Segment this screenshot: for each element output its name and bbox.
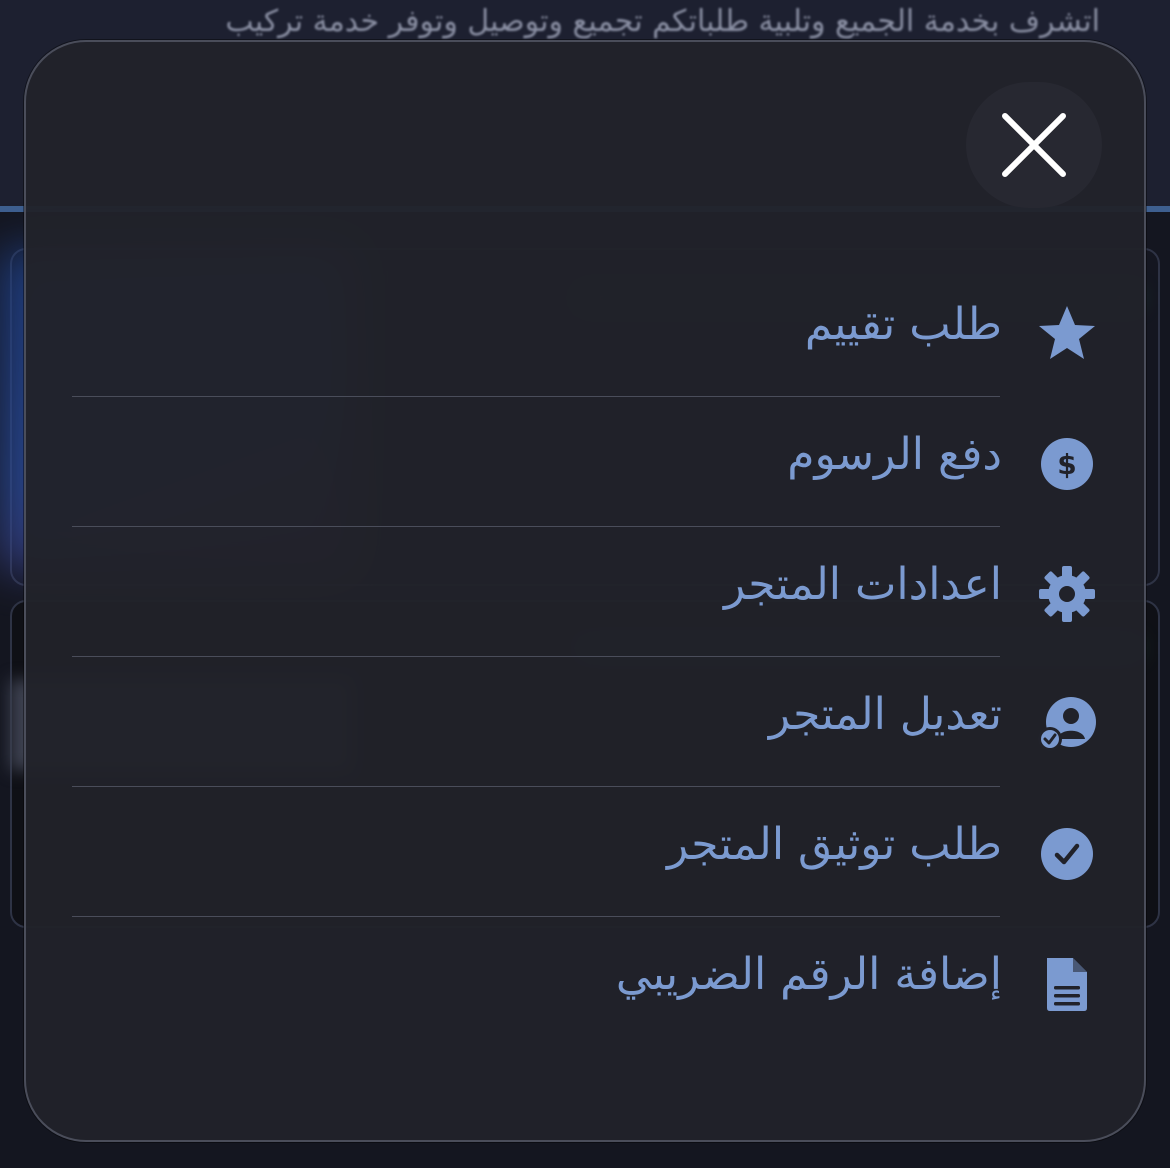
menu-item-label: طلب تقييم (804, 299, 1002, 350)
menu-item-add-tax-number[interactable]: إضافة الرقم الضريبي (72, 917, 1112, 1047)
menu-item-label: دفع الرسوم (787, 429, 1002, 480)
menu-item-label: طلب توثيق المتجر (667, 819, 1002, 870)
check-circle-icon (1036, 823, 1098, 885)
menu-item-request-review[interactable]: طلب تقييم (72, 267, 1112, 397)
gear-icon (1036, 563, 1098, 625)
close-button[interactable] (966, 82, 1102, 208)
menu-item-verify-store[interactable]: طلب توثيق المتجر (72, 787, 1112, 917)
menu-item-label: تعديل المتجر (768, 689, 1002, 740)
document-icon (1036, 953, 1098, 1015)
menu-item-store-settings[interactable]: اعدادات المتجر (72, 527, 1112, 657)
user-check-icon (1036, 693, 1098, 755)
menu-item-pay-fees[interactable]: دفع الرسوم $ (72, 397, 1112, 527)
menu-item-label: إضافة الرقم الضريبي (615, 949, 1002, 1000)
menu-item-edit-store[interactable]: تعديل المتجر (72, 657, 1112, 787)
menu-list: طلب تقييم دفع الرسوم $ اعدادات المتجر تع… (72, 267, 1112, 1047)
star-icon (1036, 303, 1098, 365)
background-header-text: اتشرف بخدمة الجميع وتلبية طلباتكم تجميع … (225, 4, 1100, 39)
close-icon (1002, 113, 1066, 177)
svg-text:$: $ (1057, 448, 1076, 481)
menu-item-label: اعدادات المتجر (723, 559, 1002, 610)
action-menu-modal: طلب تقييم دفع الرسوم $ اعدادات المتجر تع… (24, 40, 1146, 1142)
dollar-circle-icon: $ (1036, 433, 1098, 495)
